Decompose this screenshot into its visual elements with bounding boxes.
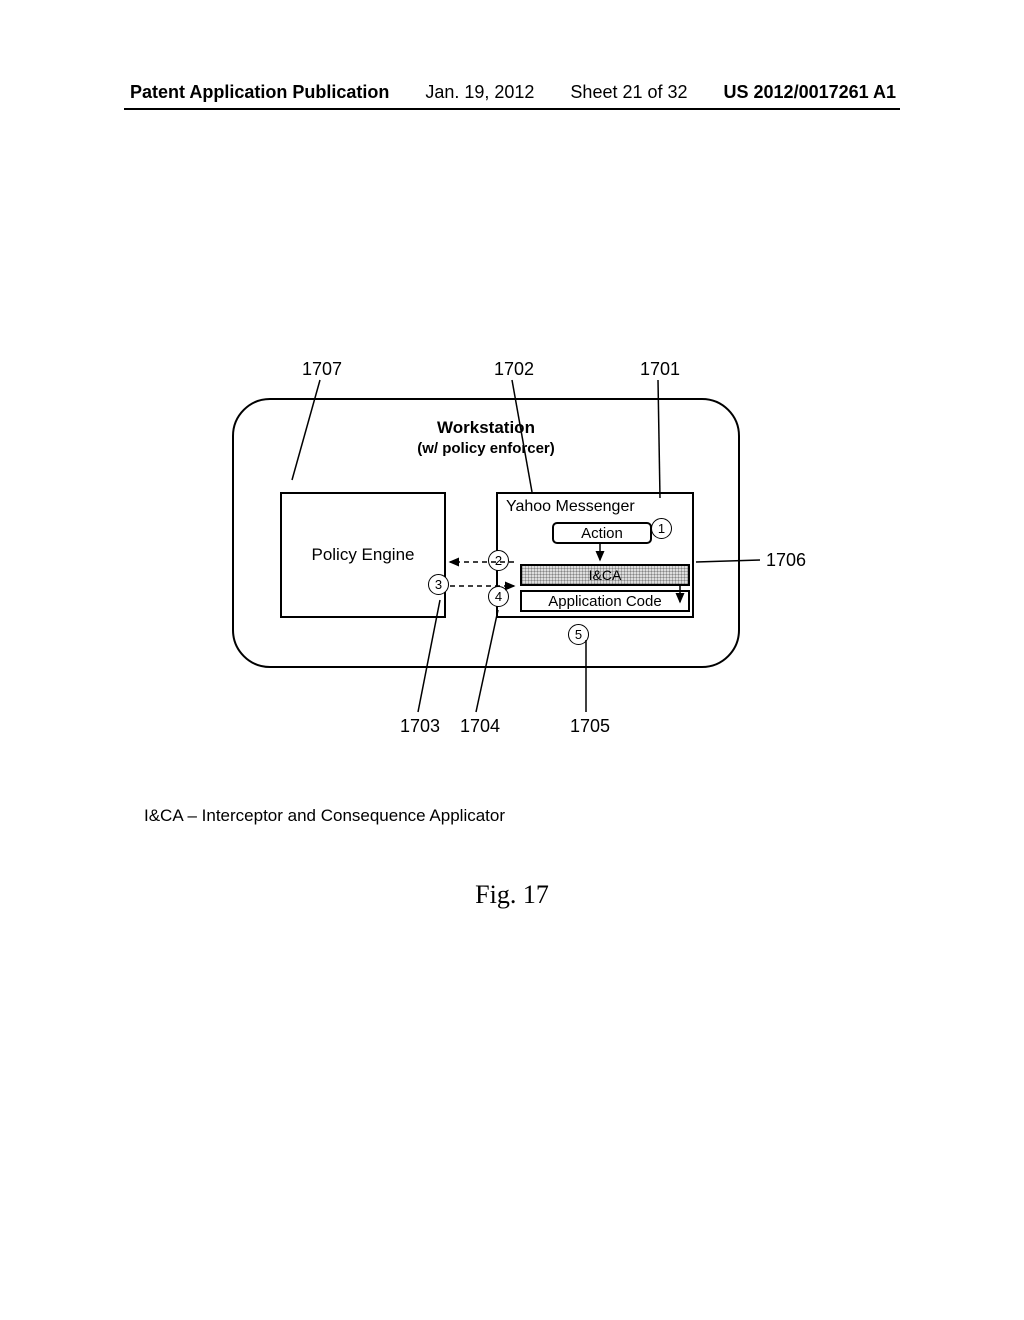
sheet-number: Sheet 21 of 32 [570, 82, 687, 103]
step-5: 5 [568, 624, 589, 645]
ref-1701: 1701 [640, 359, 680, 380]
legend-text: I&CA – Interceptor and Consequence Appli… [144, 806, 505, 826]
patent-number: US 2012/0017261 A1 [724, 82, 896, 103]
ref-1705: 1705 [570, 716, 610, 737]
publication-date: Jan. 19, 2012 [425, 82, 534, 103]
step-3: 3 [428, 574, 449, 595]
ref-1704: 1704 [460, 716, 500, 737]
publication-label: Patent Application Publication [130, 82, 389, 103]
header-rule [124, 108, 900, 110]
workstation-title-main: Workstation [437, 418, 535, 437]
ica-box: I&CA [520, 564, 690, 586]
step-2: 2 [488, 550, 509, 571]
step-4: 4 [488, 586, 509, 607]
action-box: Action [552, 522, 652, 544]
ref-1706: 1706 [766, 550, 806, 571]
page-header: Patent Application Publication Jan. 19, … [0, 82, 1024, 103]
messenger-title: Yahoo Messenger [506, 498, 635, 516]
step-1: 1 [651, 518, 672, 539]
ref-1703: 1703 [400, 716, 440, 737]
policy-engine-label: Policy Engine [311, 545, 414, 565]
ref-1707: 1707 [302, 359, 342, 380]
policy-engine-box: Policy Engine [280, 492, 446, 618]
ref-1702: 1702 [494, 359, 534, 380]
workstation-subtitle: (w/ policy enforcer) [417, 440, 555, 457]
messenger-box: Yahoo Messenger Action I&CA Application … [496, 492, 694, 618]
workstation-title: Workstation (w/ policy enforcer) [234, 418, 738, 458]
application-code-box: Application Code [520, 590, 690, 612]
figure-caption: Fig. 17 [0, 880, 1024, 910]
